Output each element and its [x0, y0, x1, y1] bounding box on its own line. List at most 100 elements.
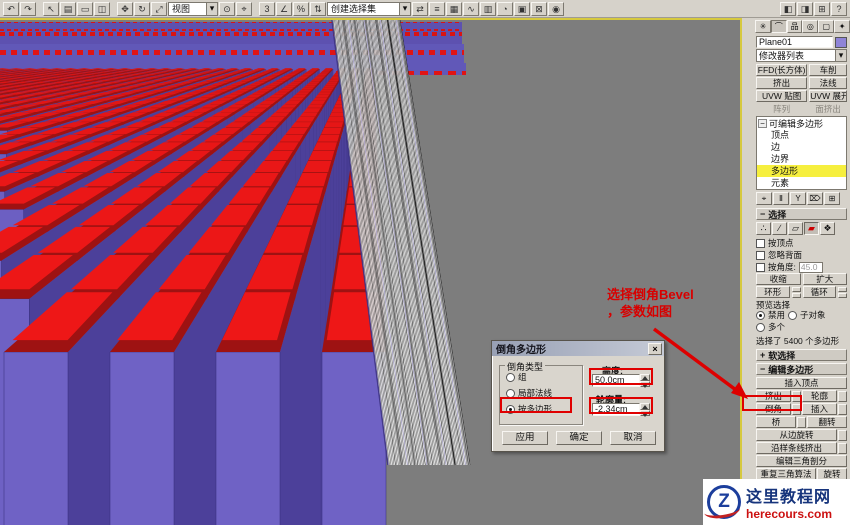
- ring-button[interactable]: 环形: [756, 286, 790, 298]
- modifier-button-lathe[interactable]: 车削: [809, 64, 847, 76]
- select-and-rotate-icon[interactable]: ↻: [134, 2, 150, 16]
- object-color-swatch[interactable]: [835, 37, 847, 48]
- stack-item-多边形[interactable]: 多边形: [757, 165, 846, 177]
- chevron-down-icon[interactable]: ▾: [835, 50, 846, 61]
- render-setup-icon[interactable]: ▣: [514, 2, 530, 16]
- chevron-down-icon[interactable]: ▾: [399, 3, 410, 15]
- grow-button[interactable]: 扩大: [803, 273, 848, 285]
- ring-spinner[interactable]: [792, 287, 801, 298]
- angle-snap-toggle-icon[interactable]: ∠: [276, 2, 292, 16]
- modifier-button-ffd-box[interactable]: FFD(长方体): [756, 64, 807, 76]
- by-angle-checkbox[interactable]: [756, 263, 765, 272]
- loop-spinner[interactable]: [838, 287, 847, 298]
- stack-item-顶点[interactable]: 顶点: [757, 129, 846, 141]
- bevel-button[interactable]: 倒角: [756, 403, 791, 415]
- help-icon[interactable]: ?: [831, 2, 847, 16]
- named-selection-sets-dropdown[interactable]: 创建选择集▾: [327, 2, 411, 16]
- layer-manager-icon[interactable]: ▦: [446, 2, 462, 16]
- snap-toggle-3d-icon[interactable]: 3: [259, 2, 275, 16]
- rendered-frame-window-icon[interactable]: ⊠: [531, 2, 547, 16]
- apply-button[interactable]: 应用: [502, 431, 548, 445]
- angle-value-field[interactable]: 45.0: [799, 262, 823, 273]
- modifier-stack-list[interactable]: −可编辑多边形顶点边边界多边形元素: [756, 116, 847, 190]
- outline-spinner[interactable]: [640, 403, 650, 416]
- bridge-settings-button[interactable]: [797, 417, 806, 428]
- dialog-titlebar[interactable]: 倒角多边形 ×: [492, 341, 664, 356]
- select-object-icon[interactable]: ↖: [43, 2, 59, 16]
- stack-item-editable-poly[interactable]: −可编辑多边形: [757, 117, 846, 129]
- quick-render-icon[interactable]: ◉: [548, 2, 564, 16]
- modifier-button-array[interactable]: 阵列: [756, 103, 807, 115]
- extrude-button[interactable]: 挤出: [756, 390, 791, 402]
- height-input[interactable]: 50.0cm: [592, 374, 640, 387]
- watermark[interactable]: Z 这里教程网 herecours.com: [703, 479, 850, 525]
- select-and-scale-icon[interactable]: ⤢: [151, 2, 167, 16]
- shrink-button[interactable]: 收缩: [756, 273, 801, 285]
- preview-multiple-radio[interactable]: [756, 323, 765, 332]
- rollout-soft-selection-header[interactable]: + 软选择: [756, 349, 847, 361]
- chevron-down-icon[interactable]: ▾: [206, 3, 217, 15]
- percent-snap-toggle-icon[interactable]: %: [293, 2, 309, 16]
- preview-subobject-radio[interactable]: [788, 311, 797, 320]
- extrude-along-spline-settings-button[interactable]: [838, 443, 847, 454]
- stack-item-元素[interactable]: 元素: [757, 177, 846, 189]
- modifier-button-uvw-unwrap[interactable]: UVW 展开: [809, 90, 847, 102]
- extrude-settings-button[interactable]: [792, 391, 801, 402]
- stack-item-边界[interactable]: 边界: [757, 153, 846, 165]
- select-and-manipulate-icon[interactable]: ⌖: [236, 2, 252, 16]
- render-production-icon[interactable]: ◧: [780, 2, 796, 16]
- display-tab[interactable]: ▢: [818, 20, 834, 33]
- inset-settings-button[interactable]: [838, 404, 847, 415]
- viewport-config-icon[interactable]: ⊞: [814, 2, 830, 16]
- mirror-icon[interactable]: ⇄: [412, 2, 428, 16]
- pin-stack-icon[interactable]: ⌖: [756, 192, 772, 205]
- motion-tab[interactable]: ◎: [802, 20, 818, 33]
- edge-subobject-icon[interactable]: ∕: [772, 222, 787, 235]
- outline-amount-input[interactable]: -2.34cm: [592, 403, 640, 416]
- ok-button[interactable]: 确定: [556, 431, 602, 445]
- rectangular-selection-region-icon[interactable]: ▭: [77, 2, 93, 16]
- modifier-button-normal[interactable]: 法线: [809, 77, 847, 89]
- modifier-button-uvw-map[interactable]: UVW 贴图: [756, 90, 807, 102]
- create-tab[interactable]: ✳: [755, 20, 771, 33]
- spinner-snap-toggle-icon[interactable]: ⇅: [310, 2, 326, 16]
- select-by-name-icon[interactable]: ▤: [60, 2, 76, 16]
- edit-triangulation-button[interactable]: 编辑三角剖分: [756, 455, 847, 467]
- show-end-result-icon[interactable]: Ⅱ: [773, 192, 789, 205]
- modifier-button-face-extrude[interactable]: 面挤出: [809, 103, 847, 115]
- bevel-settings-button[interactable]: [792, 404, 801, 415]
- modifier-list-dropdown[interactable]: 修改器列表 ▾: [756, 49, 847, 62]
- align-icon[interactable]: ≡: [429, 2, 445, 16]
- utilities-tab[interactable]: ✦: [834, 20, 850, 33]
- flip-button[interactable]: 翻转: [807, 416, 847, 428]
- outline-settings-button[interactable]: [838, 391, 847, 402]
- use-pivot-point-center-icon[interactable]: ⊙: [219, 2, 235, 16]
- make-unique-icon[interactable]: Y: [790, 192, 806, 205]
- insert-vertex-button[interactable]: 插入顶点: [756, 377, 847, 389]
- group-radio[interactable]: [506, 373, 515, 382]
- hinge-settings-button[interactable]: [838, 430, 847, 441]
- rollout-selection-header[interactable]: − 选择: [756, 208, 847, 220]
- hinge-from-edge-button[interactable]: 从边旋转: [756, 429, 837, 441]
- collapse-icon[interactable]: −: [758, 119, 767, 128]
- redo-icon[interactable]: ↷: [20, 2, 36, 16]
- element-subobject-icon[interactable]: ❖: [820, 222, 835, 235]
- reference-coordinate-dropdown[interactable]: 视图▾: [168, 2, 218, 16]
- select-and-move-icon[interactable]: ✥: [117, 2, 133, 16]
- rollout-edit-polygons-header[interactable]: − 编辑多边形: [756, 363, 847, 375]
- by-vertex-checkbox[interactable]: [756, 239, 765, 248]
- outline-button[interactable]: 轮廓: [802, 390, 837, 402]
- by-polygon-radio[interactable]: [506, 405, 515, 414]
- inset-button[interactable]: 插入: [802, 403, 837, 415]
- close-icon[interactable]: ×: [648, 343, 662, 355]
- modify-tab[interactable]: ⌒: [771, 20, 787, 33]
- hierarchy-tab[interactable]: 品: [787, 20, 803, 33]
- ignore-backfacing-checkbox[interactable]: [756, 251, 765, 260]
- curve-editor-icon[interactable]: ∿: [463, 2, 479, 16]
- modifier-button-extrude[interactable]: 挤出: [756, 77, 807, 89]
- cancel-button[interactable]: 取消: [610, 431, 656, 445]
- local-normal-radio[interactable]: [506, 389, 515, 398]
- extrude-along-spline-button[interactable]: 沿样条线挤出: [756, 442, 837, 454]
- bridge-button[interactable]: 桥: [756, 416, 796, 428]
- remove-modifier-icon[interactable]: ⌦: [807, 192, 823, 205]
